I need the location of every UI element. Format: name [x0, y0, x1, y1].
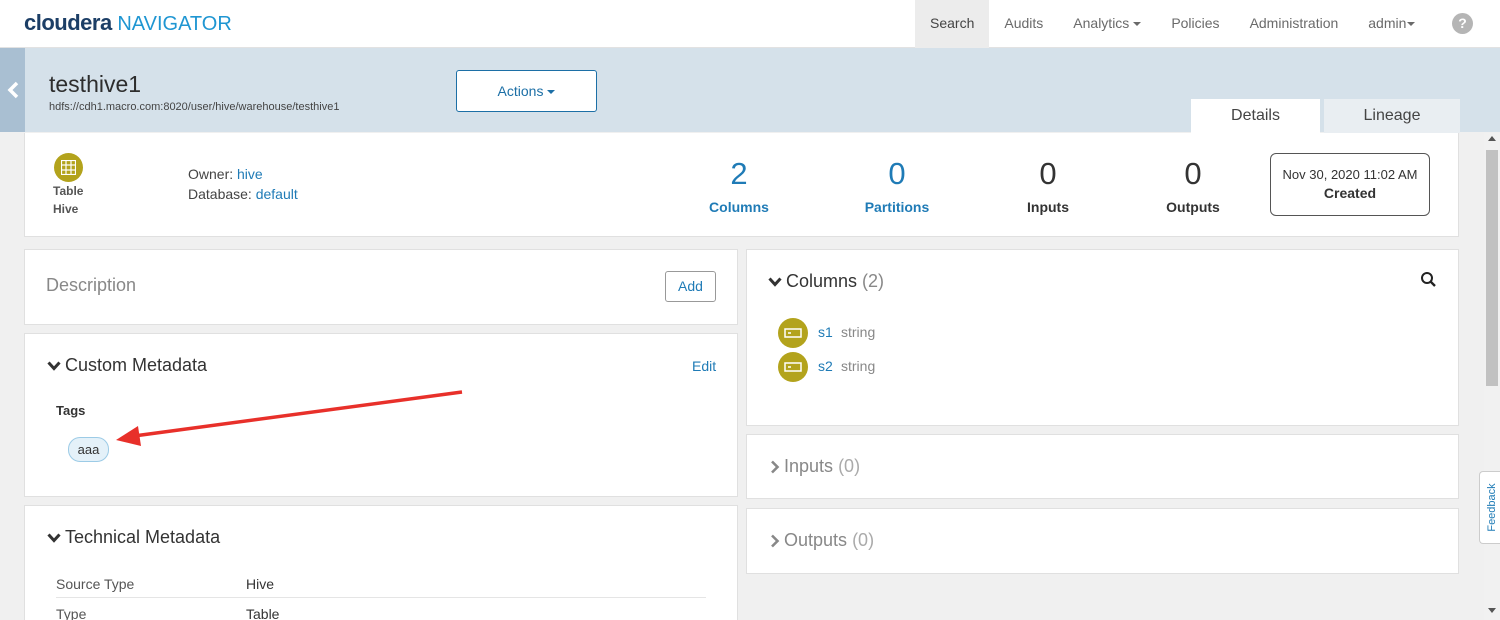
column-name-link[interactable]: s1	[818, 324, 833, 340]
custom-metadata-toggle[interactable]: Custom Metadata	[47, 355, 207, 376]
columns-toggle[interactable]: Columns (2)	[768, 271, 884, 292]
database-link[interactable]: default	[256, 186, 298, 202]
caret-down-icon	[1407, 22, 1416, 27]
feedback-label: Feedback	[1486, 483, 1498, 532]
tag-pill[interactable]: aaa	[68, 437, 109, 462]
metadata-row: Type Table	[56, 598, 706, 620]
outputs-toggle[interactable]: Outputs (0)	[770, 530, 874, 551]
created-label: Created	[1323, 185, 1377, 201]
technical-metadata-toggle[interactable]: Technical Metadata	[47, 527, 220, 548]
entity-type: Table	[53, 184, 84, 198]
chevron-right-icon	[771, 460, 780, 474]
nav-audits[interactable]: Audits	[989, 0, 1058, 48]
column-icon	[778, 318, 808, 348]
search-icon[interactable]	[1420, 271, 1437, 288]
outputs-title: Outputs	[784, 530, 848, 550]
outputs-panel-count: (0)	[852, 530, 875, 550]
add-description-button[interactable]: Add	[665, 271, 716, 302]
feedback-tab[interactable]: Feedback	[1479, 471, 1500, 544]
owner-link[interactable]: hive	[237, 166, 263, 182]
caret-down-icon	[1133, 22, 1142, 27]
outputs-stat-label: Outputs	[1166, 199, 1220, 215]
column-type: string	[841, 358, 876, 374]
help-icon[interactable]: ?	[1452, 13, 1473, 34]
scroll-up-arrow-icon[interactable]	[1488, 136, 1496, 141]
top-navbar: cloudera NAVIGATOR Search Audits Analyti…	[0, 0, 1500, 48]
inputs-toggle[interactable]: Inputs (0)	[770, 456, 860, 477]
tags-label: Tags	[56, 403, 86, 418]
actions-button[interactable]: Actions	[456, 70, 597, 112]
owner-line: Owner: hive	[188, 166, 263, 182]
created-box: Nov 30, 2020 11:02 AM Created	[1270, 153, 1430, 216]
columns-title: Columns	[786, 271, 858, 291]
partitions-stat-label[interactable]: Partitions	[837, 199, 957, 215]
actions-label: Actions	[497, 83, 544, 99]
metadata-key: Source Type	[56, 576, 135, 592]
chevron-down-icon	[47, 361, 61, 371]
columns-stat-label[interactable]: Columns	[679, 199, 799, 215]
partitions-count[interactable]: 0	[837, 156, 957, 192]
metadata-value: Hive	[246, 576, 275, 592]
columns-panel-count: (2)	[862, 271, 885, 291]
custom-metadata-title: Custom Metadata	[65, 355, 208, 375]
column-name-link[interactable]: s2	[818, 358, 833, 374]
inputs-stat-label: Inputs	[1027, 199, 1069, 215]
owner-label: Owner:	[188, 166, 234, 182]
inputs-panel-count: (0)	[838, 456, 861, 476]
chevron-left-icon	[7, 81, 19, 99]
table-icon	[54, 153, 83, 182]
outputs-count: 0	[1184, 156, 1202, 191]
inputs-count: 0	[1039, 156, 1057, 191]
collapse-sidebar-button[interactable]	[0, 48, 25, 132]
metadata-key: Type	[56, 606, 87, 620]
chevron-down-icon	[768, 277, 782, 287]
entity-title: testhive1	[49, 71, 142, 97]
metadata-value: Table	[246, 606, 280, 620]
entity-path: hdfs://cdh1.macro.com:8020/user/hive/war…	[49, 101, 340, 113]
cloudera-navigator-logo[interactable]: cloudera NAVIGATOR	[24, 10, 232, 36]
brand-name: cloudera	[24, 10, 112, 35]
chevron-right-icon	[771, 534, 780, 548]
tab-details[interactable]: Details	[1191, 99, 1320, 133]
database-label: Database:	[188, 186, 252, 202]
entity-source: Hive	[53, 202, 79, 216]
nav-analytics[interactable]: Analytics	[1058, 0, 1156, 48]
caret-down-icon	[547, 90, 556, 95]
database-line: Database: default	[188, 186, 298, 202]
user-name: admin	[1368, 15, 1407, 31]
product-name: NAVIGATOR	[117, 13, 232, 35]
inputs-title: Inputs	[784, 456, 834, 476]
nav-policies[interactable]: Policies	[1156, 0, 1234, 48]
column-type: string	[841, 324, 876, 340]
metadata-row: Source Type Hive	[56, 568, 706, 598]
nav-analytics-label: Analytics	[1073, 15, 1130, 31]
description-title: Description	[46, 275, 137, 295]
main-nav: Search Audits Analytics Policies Adminis…	[915, 0, 1430, 48]
nav-search[interactable]: Search	[915, 0, 990, 48]
scroll-down-arrow-icon[interactable]	[1488, 608, 1496, 613]
technical-metadata-title: Technical Metadata	[65, 527, 221, 547]
edit-custom-metadata-link[interactable]: Edit	[692, 358, 716, 374]
scrollbar-thumb[interactable]	[1486, 150, 1498, 386]
tab-lineage[interactable]: Lineage	[1324, 99, 1460, 133]
column-icon	[778, 352, 808, 382]
chevron-down-icon	[47, 533, 61, 543]
columns-count[interactable]: 2	[679, 156, 799, 192]
nav-user-menu[interactable]: admin	[1353, 0, 1430, 48]
created-date: Nov 30, 2020 11:02 AM	[1282, 167, 1418, 182]
nav-administration[interactable]: Administration	[1235, 0, 1354, 48]
